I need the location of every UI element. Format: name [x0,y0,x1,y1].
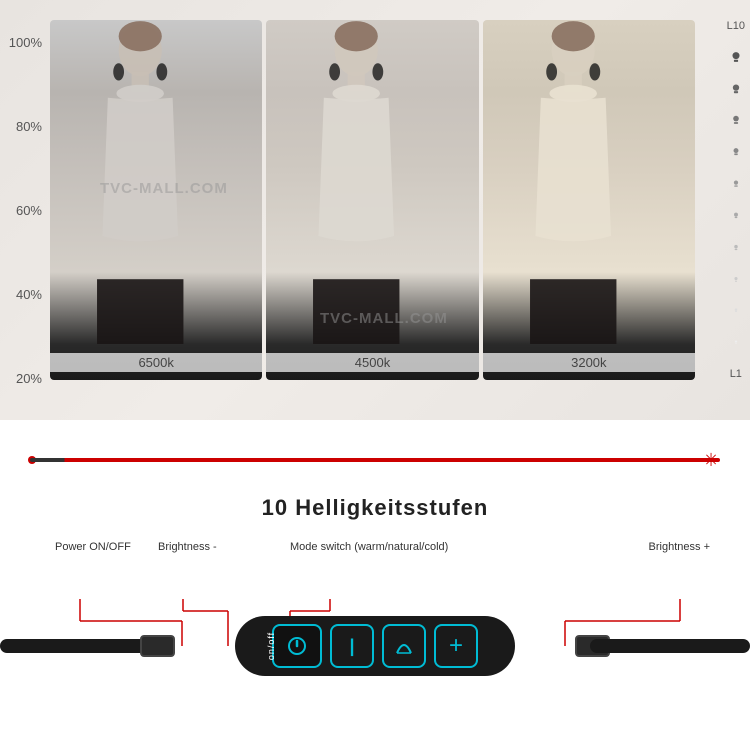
slider-dot-right: ✳ [700,449,722,471]
slider-track[interactable] [30,458,720,462]
cable-right [590,639,750,653]
bulb-5 [729,209,743,223]
photo-panel-neutral: 4500k [266,20,478,380]
mode-switch-button[interactable] [382,624,426,668]
slider-area: ✳ [0,430,750,490]
bulb-6 [729,177,743,191]
y-label-100: 100% [9,35,42,50]
l-scale: L10 L1 [727,20,745,380]
l-top-label: L10 [727,20,745,32]
device-area: on/off | [0,591,750,701]
cable-left [0,639,160,653]
bulb-1 [729,336,743,350]
panel-label-warm: 3200k [483,353,695,372]
photo-panels: 6500k 4500k [50,20,695,380]
person-figure-warm [483,20,663,344]
brightness-plus-button[interactable]: + [434,624,478,668]
y-axis: 100% 80% 60% 40% 20% [0,0,50,420]
brightness-minus-button[interactable]: | [330,624,374,668]
brightness-steps-label: 10 Helligkeitsstufen [262,495,489,521]
photo-panel-warm: 3200k [483,20,695,380]
comparison-section: 100% 80% 60% 40% 20% [0,0,750,420]
device-labels: Power ON/OFF Brightness - Mode switch (w… [0,541,750,591]
power-button[interactable] [272,624,322,668]
y-label-20: 20% [16,371,42,386]
bulb-8 [729,113,743,127]
bulb-4 [729,241,743,255]
label-brightness-plus: Brightness + [649,541,710,553]
y-label-80: 80% [16,119,42,134]
bulb-9 [729,82,743,96]
label-brightness-minus: Brightness - [158,541,217,553]
bulb-2 [729,304,743,318]
y-label-60: 60% [16,203,42,218]
label-device-wrapper: Power ON/OFF Brightness - Mode switch (w… [0,541,750,701]
bulb-10 [729,50,743,64]
person-figure-neutral [266,20,446,344]
star-icon: ✳ [703,450,718,471]
photo-panel-cool: 6500k [50,20,262,380]
panel-label-cool: 6500k [50,353,262,372]
bulb-3 [729,273,743,287]
panel-label-neutral: 4500k [266,353,478,372]
device-body: on/off | [235,616,515,676]
y-label-40: 40% [16,287,42,302]
onoff-label: on/off [266,632,276,660]
person-figure-cool [50,20,230,344]
controls-section: ✳ 10 Helligkeitsstufen Power ON/OFF Brig… [0,420,750,750]
cable-connector-left [140,635,175,657]
label-power: Power ON/OFF [55,541,131,553]
label-mode-switch: Mode switch (warm/natural/cold) [290,541,448,553]
bulb-7 [729,145,743,159]
l-bottom-label: L1 [730,368,742,380]
